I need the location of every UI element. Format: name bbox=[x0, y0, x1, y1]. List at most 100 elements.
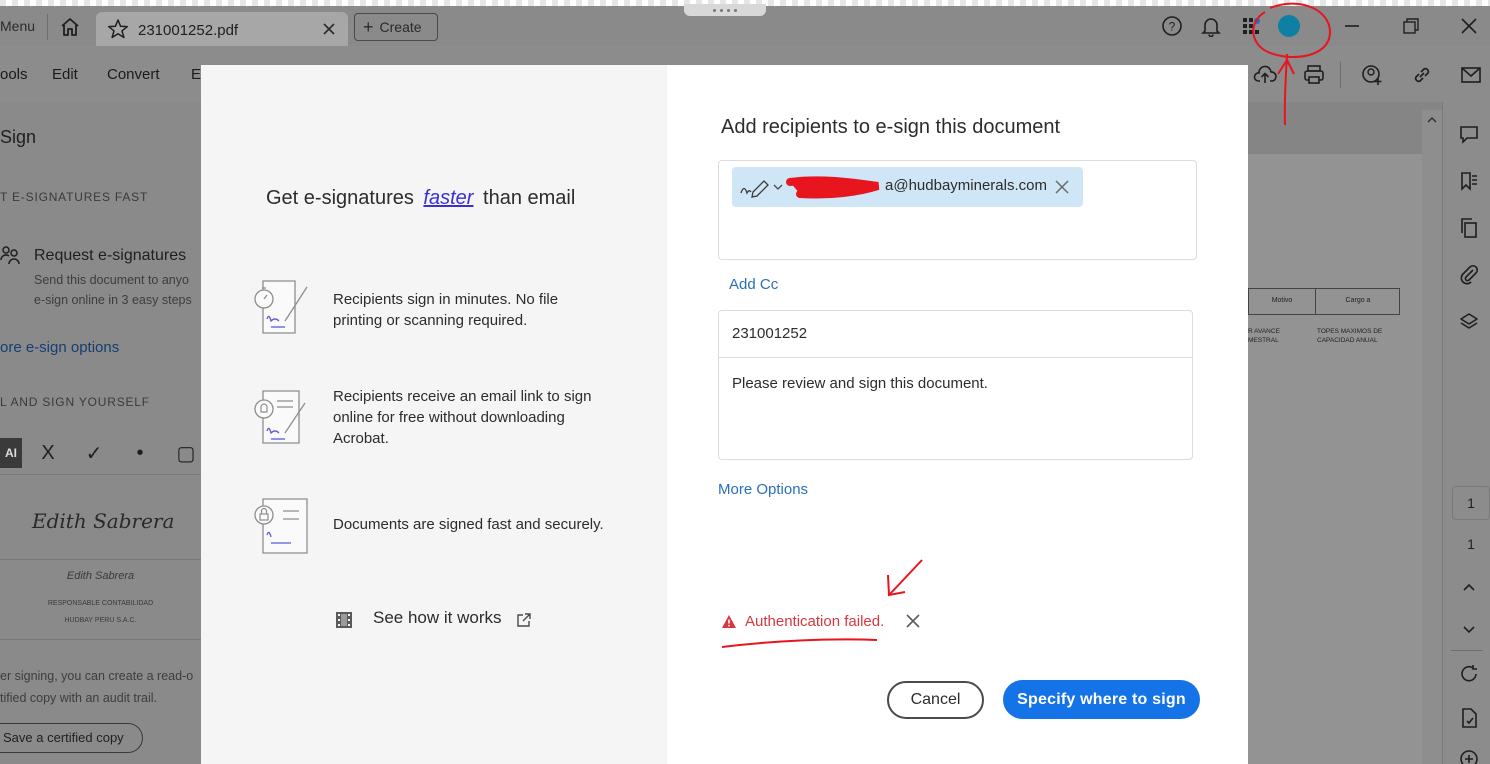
dismiss-error-icon[interactable] bbox=[902, 610, 924, 632]
alert-icon bbox=[720, 613, 738, 631]
check-mark-tool[interactable]: ✓ bbox=[82, 441, 106, 465]
tab-title: 231001252.pdf bbox=[138, 22, 239, 39]
agreement-details-box: 231001252 Please review and sign this do… bbox=[718, 310, 1193, 460]
doc-cell: R AVANCE bbox=[1248, 328, 1280, 335]
request-esignatures-item[interactable]: Request e-signatures bbox=[34, 247, 186, 265]
request-desc-line2: e-sign online in 3 easy steps bbox=[34, 293, 192, 307]
avatar[interactable] bbox=[1277, 14, 1301, 38]
message-field[interactable]: Please review and sign this document. bbox=[719, 359, 1192, 459]
divider bbox=[47, 14, 48, 40]
signer-role-icon[interactable] bbox=[738, 176, 772, 198]
document-page: Motivo Cargo a R AVANCE MESTRAL TOPES MA… bbox=[1248, 154, 1422, 764]
recipient-email: a@hudbayminerals.com bbox=[885, 177, 1047, 194]
star-icon[interactable] bbox=[106, 17, 130, 41]
chevron-down-icon[interactable] bbox=[1457, 617, 1481, 641]
menu-tools[interactable]: ools bbox=[0, 66, 28, 83]
doc-cell: MESTRAL bbox=[1248, 337, 1279, 344]
lock-document-icon bbox=[251, 495, 315, 555]
drag-handle[interactable] bbox=[684, 4, 766, 16]
stamp-role: RESPONSABLE CONTABILIDAD bbox=[47, 600, 154, 607]
current-page-input[interactable]: 1 bbox=[1452, 486, 1490, 520]
layers-icon[interactable] bbox=[1457, 310, 1481, 334]
cancel-button[interactable]: Cancel bbox=[887, 681, 984, 719]
document-name-field[interactable]: 231001252 bbox=[719, 311, 1192, 358]
footer-text-line2: tified copy with an audit trail. bbox=[0, 691, 158, 705]
print-icon[interactable] bbox=[1301, 62, 1327, 88]
feature-text: Documents are signed fast and securely. bbox=[333, 516, 604, 533]
svg-text:?: ? bbox=[1169, 20, 1176, 34]
document-tab[interactable]: 231001252.pdf bbox=[96, 12, 348, 46]
dialog-title: Add recipients to e-sign this document bbox=[721, 116, 1061, 138]
right-toolbar: 1 1 bbox=[1442, 102, 1490, 764]
request-desc-line1: Send this document to anyo bbox=[34, 273, 189, 287]
external-link-icon[interactable] bbox=[514, 610, 534, 630]
chevron-down-icon[interactable] bbox=[772, 179, 784, 195]
doc-cell: Motivo bbox=[1271, 297, 1293, 304]
refresh-icon[interactable] bbox=[1457, 662, 1481, 686]
add-cc-link[interactable]: Add Cc bbox=[729, 276, 778, 293]
share-user-icon[interactable] bbox=[1359, 62, 1385, 88]
chevron-up-icon[interactable] bbox=[1457, 576, 1481, 600]
panel-title: Sign bbox=[0, 127, 37, 147]
scrollbar[interactable] bbox=[1422, 110, 1442, 764]
document-name-value: 231001252 bbox=[732, 325, 808, 342]
menu-convert[interactable]: Convert bbox=[107, 66, 160, 83]
comment-icon[interactable] bbox=[1457, 122, 1481, 146]
pages-icon[interactable] bbox=[1457, 216, 1481, 240]
create-button[interactable]: + Create bbox=[354, 13, 438, 41]
dot-tool[interactable]: • bbox=[128, 441, 152, 465]
footer-text-line1: er signing, you can create a read-o bbox=[0, 669, 194, 683]
create-label: Create bbox=[379, 19, 422, 35]
error-message: Authentication failed. bbox=[745, 613, 885, 630]
stopwatch-pen-icon bbox=[251, 277, 315, 337]
zoom-in-icon[interactable] bbox=[1457, 747, 1481, 764]
total-pages: 1 bbox=[1467, 536, 1475, 552]
film-icon bbox=[333, 609, 355, 631]
help-icon[interactable]: ? bbox=[1160, 14, 1184, 38]
restore-icon[interactable] bbox=[1399, 14, 1423, 38]
bookmark-icon[interactable] bbox=[1457, 169, 1481, 193]
stamp-company: HUDBAY PERU S.A.C. bbox=[64, 617, 137, 624]
bell-icon[interactable] bbox=[1199, 14, 1223, 38]
saved-initials-stamp[interactable]: Edith Sabrera RESPONSABLE CONTABILIDAD H… bbox=[0, 560, 201, 640]
attachment-icon[interactable] bbox=[1457, 263, 1481, 287]
save-file-icon[interactable] bbox=[1457, 706, 1481, 730]
email-icon[interactable] bbox=[1458, 62, 1484, 88]
upload-cloud-icon[interactable] bbox=[1252, 62, 1278, 88]
feature-text: Recipients sign in minutes. No file prin… bbox=[333, 291, 559, 329]
stamp-name: Edith Sabrera bbox=[66, 570, 135, 582]
remove-recipient-icon[interactable] bbox=[1052, 177, 1072, 197]
minimize-icon[interactable] bbox=[1340, 14, 1364, 38]
signature-script: Edith Sabrera bbox=[32, 509, 175, 533]
plus-icon: + bbox=[363, 17, 374, 37]
text-tool-button[interactable]: AI bbox=[0, 438, 22, 468]
doc-cell: CAPACIDAD ANUAL bbox=[1317, 337, 1378, 344]
specify-where-to-sign-button[interactable]: Specify where to sign bbox=[1003, 680, 1200, 719]
menu-esign[interactable]: E bbox=[191, 66, 201, 83]
close-window-icon[interactable] bbox=[1457, 14, 1481, 38]
saved-signature[interactable]: Edith Sabrera bbox=[0, 474, 201, 560]
headline-text: than email bbox=[483, 187, 576, 209]
more-esign-options-link[interactable]: ore e-sign options bbox=[0, 339, 119, 356]
signers-icon bbox=[0, 244, 22, 266]
document-viewport: Motivo Cargo a R AVANCE MESTRAL TOPES MA… bbox=[1248, 102, 1442, 764]
menu-edit[interactable]: Edit bbox=[52, 66, 78, 83]
see-how-it-works-link[interactable]: See how it works bbox=[373, 608, 502, 628]
menu-button[interactable]: Menu bbox=[0, 18, 35, 34]
message-value: Please review and sign this document. bbox=[732, 375, 988, 392]
link-icon[interactable] bbox=[1409, 62, 1435, 88]
section-heading: T E-SIGNATURES FAST bbox=[0, 190, 149, 204]
apps-grid-icon[interactable] bbox=[1239, 14, 1263, 38]
doc-cell: TOPES MAXIMOS DE bbox=[1317, 328, 1383, 335]
scroll-up-icon[interactable] bbox=[1422, 110, 1442, 130]
rectangle-tool[interactable]: ▢ bbox=[174, 441, 198, 465]
close-tab-icon[interactable] bbox=[320, 20, 338, 38]
cross-mark-tool[interactable]: X bbox=[36, 441, 60, 465]
recipient-chip[interactable]: a@hudbayminerals.com bbox=[732, 167, 1083, 207]
save-certified-copy-button[interactable]: Save a certified copy bbox=[0, 723, 143, 753]
home-icon[interactable] bbox=[58, 15, 82, 39]
doc-cell: Cargo a bbox=[1345, 297, 1371, 304]
divider bbox=[1451, 650, 1483, 651]
more-options-link[interactable]: More Options bbox=[718, 481, 808, 498]
headline-emphasis: faster bbox=[423, 187, 474, 209]
